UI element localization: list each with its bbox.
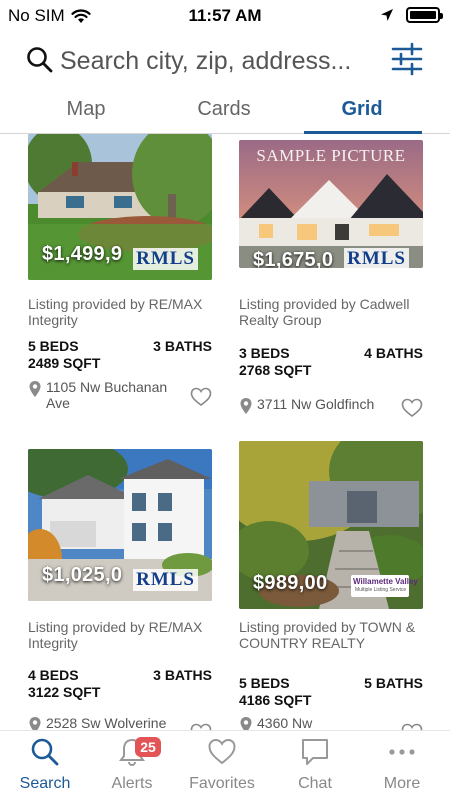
filter-button[interactable]	[390, 42, 424, 76]
search-icon	[27, 47, 53, 73]
listing-photo[interactable]: $1,499,9 RMLS	[28, 134, 212, 280]
nav-chat[interactable]: Chat	[270, 731, 360, 800]
rmls-logo: RMLS	[344, 248, 409, 268]
nav-alerts[interactable]: 25 Alerts	[87, 731, 177, 800]
heart-icon	[208, 738, 236, 765]
listing-beds: 5 BEDS	[28, 338, 79, 354]
nav-favorites[interactable]: Favorites	[177, 731, 267, 800]
tab-map[interactable]: Map	[26, 98, 146, 121]
tab-cards[interactable]: Cards	[164, 98, 284, 121]
listing-baths: 4 BATHS	[364, 345, 423, 361]
nav-label: Favorites	[189, 775, 255, 792]
nav-label: Search	[19, 775, 71, 792]
location-arrow-icon	[381, 9, 393, 21]
listing-price: $1,675,0	[253, 249, 334, 268]
search-input[interactable]	[60, 42, 380, 80]
map-pin-icon	[29, 717, 41, 730]
listing-price: $1,499,9	[42, 243, 123, 265]
listing-sqft: 2768 SQFT	[239, 362, 312, 378]
address-text: 4360 Nw	[257, 715, 313, 730]
rmls-logo: RMLS	[133, 248, 198, 270]
listing-baths: 5 BATHS	[364, 675, 423, 691]
map-pin-icon	[240, 717, 252, 730]
favorite-heart-icon[interactable]	[190, 723, 212, 730]
chat-icon	[302, 739, 328, 765]
listing-beds: 3 BEDS	[239, 345, 290, 361]
listing-provider: Listing provided by RE/MAX Integrity	[28, 296, 203, 328]
listing-photo[interactable]: $989,00 Willamette Valley Multiple Listi…	[239, 441, 423, 609]
rmls-logo: RMLS	[133, 569, 198, 591]
map-pin-icon	[29, 381, 41, 397]
listing-provider: Listing provided by Cadwell Realty Group	[239, 296, 410, 328]
nav-label: Chat	[298, 775, 332, 792]
listing-address: 4360 Nw	[239, 715, 399, 730]
sample-picture-watermark: SAMPLE PICTURE	[256, 146, 406, 165]
tab-grid[interactable]: Grid	[302, 98, 422, 121]
favorite-heart-icon[interactable]	[401, 723, 423, 730]
listing-provider: Listing provided by TOWN & COUNTRY REALT…	[239, 619, 416, 651]
listing-address: 3711 Nw Goldfinch	[239, 396, 399, 415]
status-bar: No SIM 11:57 AM	[0, 0, 450, 32]
listing-baths: 3 BATHS	[153, 667, 212, 683]
willamette-valley-mls-logo: Willamette Valley Multiple Listing Servi…	[351, 575, 418, 597]
map-pin-icon	[240, 398, 252, 414]
alerts-badge: 25	[135, 737, 161, 757]
address-text: 3711 Nw Goldfinch	[257, 396, 375, 412]
view-tabs: Map Cards Grid	[0, 90, 450, 134]
address-text: 1105 Nw Buchanan Ave	[46, 379, 168, 411]
search-icon	[31, 738, 59, 766]
more-dots-icon	[389, 749, 415, 755]
listing-price: $989,00	[253, 572, 328, 594]
listing-sqft: 2489 SQFT	[28, 355, 101, 371]
listing-photo[interactable]: SAMPLE PICTURE $1,675,0 RMLS	[239, 140, 423, 268]
listing-address: 2528 Sw Wolverine	[28, 715, 188, 730]
nav-label: More	[383, 775, 421, 792]
nav-more[interactable]: More	[357, 731, 447, 800]
listing-photo[interactable]: $1,025,0 RMLS	[28, 449, 212, 601]
nav-label: Alerts	[111, 775, 153, 792]
wv-logo-name: Willamette Valley	[353, 577, 418, 586]
listing-beds: 5 BEDS	[239, 675, 290, 691]
listing-price: $1,025,0	[42, 564, 123, 586]
sliders-icon	[391, 42, 423, 76]
nav-search[interactable]: Search	[0, 731, 90, 800]
listing-sqft: 3122 SQFT	[28, 684, 101, 700]
favorite-heart-icon[interactable]	[401, 398, 423, 418]
listing-provider: Listing provided by RE/MAX Integrity	[28, 619, 203, 651]
wv-logo-subtext: Multiple Listing Service	[355, 587, 407, 593]
search-bar	[0, 38, 450, 84]
battery-icon	[406, 7, 443, 23]
listing-sqft: 4186 SQFT	[239, 692, 312, 708]
address-text: 2528 Sw Wolverine	[46, 715, 167, 730]
bottom-tab-bar: Search 25 Alerts Favorites Chat More	[0, 730, 450, 800]
listing-grid: $1,499,9 RMLS Listing provided by RE/MAX…	[0, 134, 450, 730]
listing-baths: 3 BATHS	[153, 338, 212, 354]
listing-address: 1105 Nw Buchanan Ave	[28, 379, 188, 411]
favorite-heart-icon[interactable]	[190, 387, 212, 407]
listing-beds: 4 BEDS	[28, 667, 79, 683]
